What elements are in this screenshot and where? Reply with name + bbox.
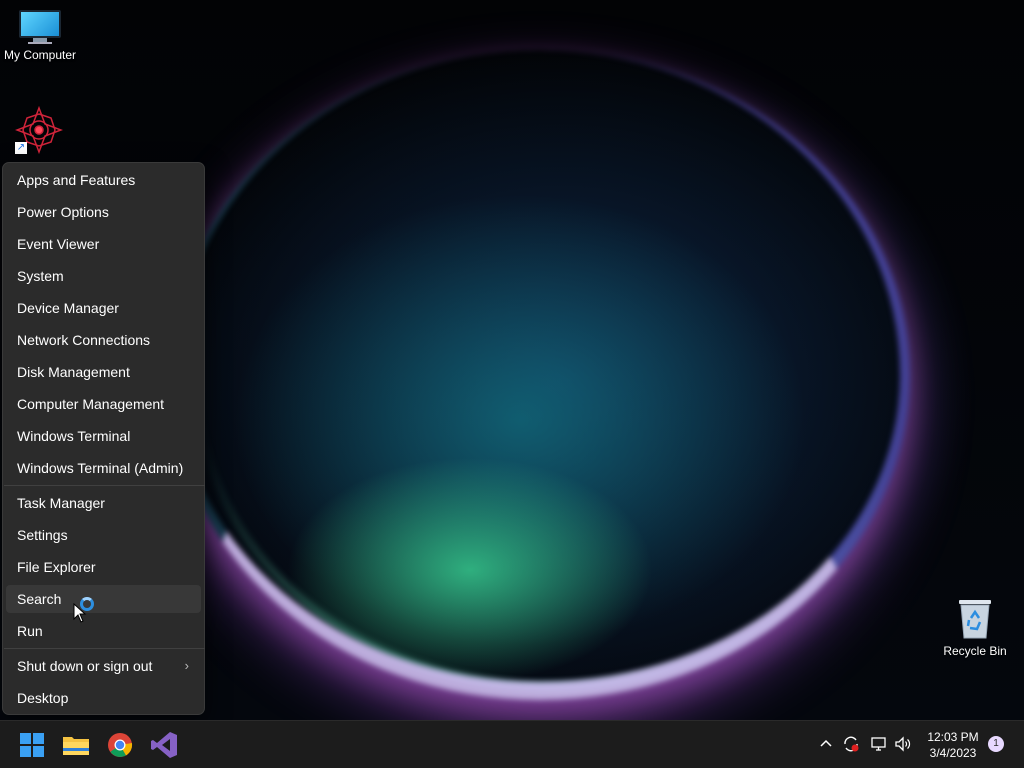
shortcut-arrow-icon: ↗: [15, 142, 27, 154]
menu-item-device-manager[interactable]: Device Manager: [6, 294, 201, 322]
notification-badge[interactable]: 1: [988, 736, 1004, 752]
desktop-icon-my-computer[interactable]: My Computer: [2, 10, 78, 62]
menu-item-disk-management[interactable]: Disk Management: [6, 358, 201, 386]
file-explorer-icon[interactable]: [60, 729, 92, 761]
windows-start-icon[interactable]: [16, 729, 48, 761]
menu-item-apps-and-features[interactable]: Apps and Features: [6, 166, 201, 194]
wallpaper-bloom-ring: [170, 50, 910, 700]
clock-time: 12:03 PM: [927, 730, 979, 744]
taskbar: 12:03 PM 3/4/2023: [0, 720, 1024, 768]
menu-item-desktop[interactable]: Desktop: [6, 684, 201, 712]
mouse-pointer-icon: [73, 603, 87, 623]
winx-context-menu: Apps and Features Power Options Event Vi…: [2, 162, 205, 715]
web-shortcut-icon: ↗: [14, 105, 64, 155]
computer-icon: [19, 10, 61, 44]
menu-item-network-connections[interactable]: Network Connections: [6, 326, 201, 354]
menu-item-computer-management[interactable]: Computer Management: [6, 390, 201, 418]
volume-icon[interactable]: [894, 735, 912, 768]
visual-studio-icon[interactable]: [148, 729, 180, 761]
menu-item-run[interactable]: Run: [6, 617, 201, 645]
network-icon[interactable]: [870, 735, 888, 768]
sync-status-icon[interactable]: [842, 735, 860, 768]
desktop-icon-label: Recycle Bin: [943, 644, 1007, 658]
show-hidden-icons-chevron[interactable]: [818, 735, 834, 768]
clock-date: 3/4/2023: [929, 746, 977, 760]
menu-item-settings[interactable]: Settings: [6, 521, 201, 549]
menu-item-windows-terminal-admin[interactable]: Windows Terminal (Admin): [6, 454, 201, 482]
menu-item-system[interactable]: System: [6, 262, 201, 290]
menu-separator: [4, 485, 205, 486]
menu-item-file-explorer[interactable]: File Explorer: [6, 553, 201, 581]
menu-item-shut-down-or-sign-out[interactable]: Shut down or sign out ›: [6, 652, 201, 680]
desktop-icon-recycle-bin[interactable]: Recycle Bin: [940, 596, 1010, 658]
menu-separator: [4, 648, 205, 649]
menu-item-windows-terminal[interactable]: Windows Terminal: [6, 422, 201, 450]
chrome-icon[interactable]: [104, 729, 136, 761]
menu-item-label: Shut down or sign out: [17, 658, 153, 674]
menu-item-task-manager[interactable]: Task Manager: [6, 489, 201, 517]
menu-item-power-options[interactable]: Power Options: [6, 198, 201, 226]
recycle-bin-icon: [957, 596, 993, 640]
desktop-icon-label: My Computer: [3, 48, 77, 62]
system-clock[interactable]: 12:03 PM 3/4/2023: [920, 729, 986, 761]
menu-item-search[interactable]: Search: [6, 585, 201, 613]
menu-item-event-viewer[interactable]: Event Viewer: [6, 230, 201, 258]
desktop-icon-web-shortcut[interactable]: ↗: [14, 105, 64, 155]
chevron-right-icon: ›: [184, 658, 189, 673]
